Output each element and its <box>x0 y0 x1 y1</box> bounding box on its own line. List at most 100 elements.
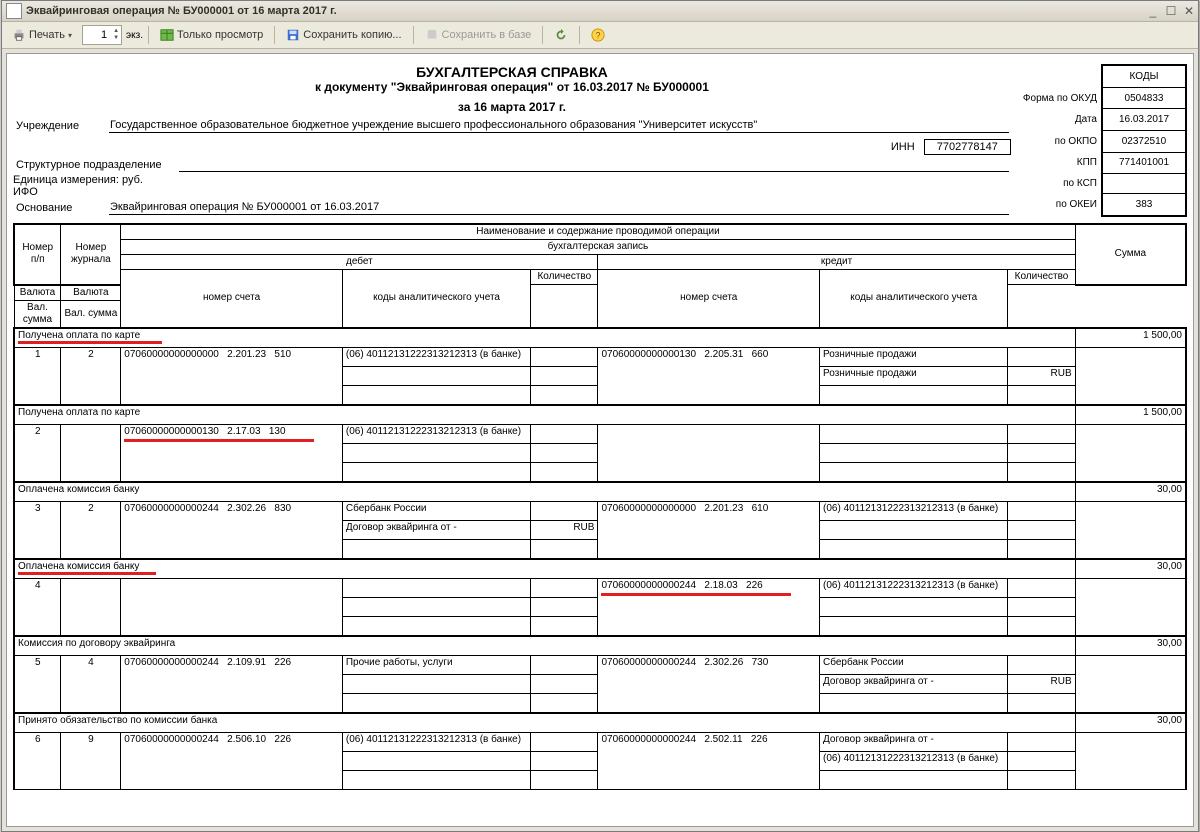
credit-cur <box>1008 655 1075 674</box>
debit-val <box>531 385 598 405</box>
copies-input[interactable] <box>83 28 109 42</box>
org-label: Учреждение <box>15 118 107 133</box>
credit-account: 07060000000000244 2.502.11 226 <box>598 732 820 789</box>
refresh-button[interactable] <box>548 24 574 46</box>
entries-table: Номер п/п Номер журнала Наименование и с… <box>13 223 1187 790</box>
help-button[interactable]: ? <box>585 24 611 46</box>
section-title: Получена оплата по карте <box>18 330 140 341</box>
credit-analytic: Договор эквайринга от - <box>820 674 1008 693</box>
section-title: Оплачена комиссия банку <box>18 561 139 572</box>
separator <box>413 26 414 44</box>
debit-analytic: Договор эквайринга от - <box>342 520 530 539</box>
window-title: Эквайринговая операция № БУ000001 от 16 … <box>26 5 337 17</box>
row-no: 4 <box>14 578 61 636</box>
maximize-button[interactable]: ☐ <box>1162 2 1180 20</box>
credit-analytic: (06) 40112131222313212313 (в банке) <box>820 751 1008 770</box>
titlebar: Эквайринговая операция № БУ000001 от 16 … <box>2 1 1198 22</box>
doc-icon <box>6 3 22 19</box>
credit-account: 07060000000000130 2.205.31 660 <box>598 347 820 405</box>
codes-head: КОДЫ <box>1102 65 1186 87</box>
credit-cur <box>1008 501 1075 520</box>
credit-account: 07060000000000244 2.302.26 730 <box>598 655 820 713</box>
minimize-button[interactable]: _ <box>1144 2 1162 20</box>
credit-val <box>1008 770 1075 789</box>
view-only-label: Только просмотр <box>177 29 263 41</box>
credit-val <box>1008 520 1075 539</box>
row-journal: 4 <box>61 655 121 713</box>
print-label: Печать <box>29 29 65 41</box>
debit-analytic <box>342 462 530 482</box>
debit-analytic <box>342 539 530 559</box>
subdiv-label: Структурное подразделение <box>15 157 177 172</box>
credit-analytic <box>820 616 1008 636</box>
window-buttons: _ ☐ ✕ <box>1144 2 1198 20</box>
debit-analytic <box>342 578 530 597</box>
credit-cur <box>1008 732 1075 751</box>
credit-val <box>1008 616 1075 636</box>
debit-val <box>531 770 598 789</box>
section-sum: 30,00 <box>1075 713 1186 733</box>
debit-analytic <box>342 616 530 636</box>
row-sum <box>1075 424 1186 482</box>
org-value: Государственное образовательное бюджетно… <box>109 118 1009 133</box>
save-copy-button[interactable]: Сохранить копию... <box>280 24 407 46</box>
row-no: 6 <box>14 732 61 789</box>
spin-up-icon[interactable]: ▲ <box>111 28 121 35</box>
close-button[interactable]: ✕ <box>1180 2 1198 20</box>
credit-cur <box>1008 347 1075 366</box>
credit-analytic <box>820 520 1008 539</box>
save-db-button[interactable]: Сохранить в базе <box>419 24 538 46</box>
debit-cur <box>531 655 598 674</box>
debit-val <box>531 462 598 482</box>
refresh-icon <box>554 28 568 42</box>
debit-analytic <box>342 751 530 770</box>
credit-analytic: Сбербанк России <box>820 655 1008 674</box>
table-icon <box>160 28 174 42</box>
separator <box>148 26 149 44</box>
copies-suffix: экз. <box>126 30 143 41</box>
debit-analytic <box>342 597 530 616</box>
report-subtitle: к документу "Эквайринговая операция" от … <box>13 80 1011 94</box>
credit-analytic <box>820 443 1008 462</box>
copies-spinner[interactable]: ▲▼ <box>82 25 122 45</box>
credit-val <box>1008 385 1075 405</box>
credit-cur <box>1008 578 1075 597</box>
credit-val: RUB <box>1008 674 1075 693</box>
row-journal <box>61 424 121 482</box>
credit-analytic: Договор эквайринга от - <box>820 732 1008 751</box>
debit-cur <box>531 347 598 366</box>
debit-analytic <box>342 770 530 789</box>
debit-analytic: (06) 40112131222313212313 (в банке) <box>342 347 530 366</box>
inn-value: 7702778147 <box>924 139 1011 155</box>
credit-account: 07060000000000000 2.201.23 610 <box>598 501 820 559</box>
spin-down-icon[interactable]: ▼ <box>111 35 121 42</box>
credit-val: RUB <box>1008 366 1075 385</box>
debit-analytic <box>342 366 530 385</box>
help-icon: ? <box>591 28 605 42</box>
row-no: 5 <box>14 655 61 713</box>
debit-account: 07060000000000244 2.506.10 226 <box>121 732 343 789</box>
print-button[interactable]: Печать ▾ <box>6 24 78 46</box>
view-only-button[interactable]: Только просмотр <box>154 24 269 46</box>
row-journal <box>61 578 121 636</box>
section-sum: 30,00 <box>1075 482 1186 502</box>
debit-val <box>531 674 598 693</box>
save-copy-label: Сохранить копию... <box>303 29 401 41</box>
debit-analytic <box>342 693 530 713</box>
ifo-label: ИФО <box>13 186 1011 198</box>
credit-analytic: (06) 40112131222313212313 (в банке) <box>820 578 1008 597</box>
credit-account: 07060000000000244 2.18.03 226 <box>598 578 820 636</box>
debit-analytic <box>342 674 530 693</box>
report-title: БУХГАЛТЕРСКАЯ СПРАВКА <box>13 64 1011 80</box>
credit-val <box>1008 462 1075 482</box>
credit-analytic <box>820 424 1008 443</box>
save-db-label: Сохранить в базе <box>442 29 532 41</box>
report-page: БУХГАЛТЕРСКАЯ СПРАВКА к документу "Эквай… <box>6 53 1194 827</box>
debit-cur <box>531 501 598 520</box>
credit-analytic <box>820 770 1008 789</box>
report-period: за 16 марта 2017 г. <box>13 100 1011 114</box>
credit-analytic <box>820 385 1008 405</box>
credit-analytic <box>820 462 1008 482</box>
codes-box: КОДЫ Форма по ОКУД0504833 Дата16.03.2017… <box>1017 64 1187 217</box>
debit-val <box>531 597 598 616</box>
